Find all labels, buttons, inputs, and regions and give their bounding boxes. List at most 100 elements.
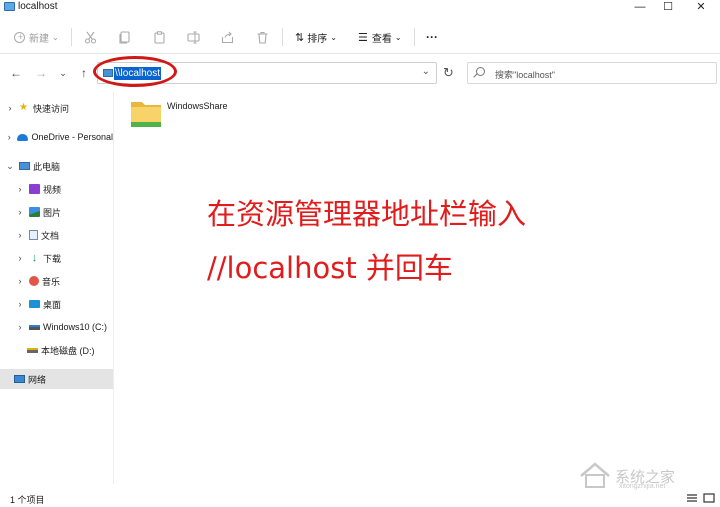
annotation-line-2: //localhost 并回车 [207,251,453,285]
forward-button[interactable]: → [34,66,48,80]
trash-icon [257,31,268,44]
chevron-right-icon: › [7,132,11,142]
shared-folder-icon [131,102,161,127]
sidebar-item-label: 此电脑 [33,161,61,172]
desktop-icon [29,300,40,308]
sort-icon: ⇅ [295,31,305,44]
sidebar-item-label: 网络 [28,374,47,385]
file-list: WindowsShare 在资源管理器地址栏输入 //localhost 并回车 [115,92,720,484]
sidebar-item-network[interactable]: 网络 [0,369,113,389]
sort-label: 排序 [307,33,328,45]
chevron-right-icon: › [18,299,22,309]
sidebar-item-label: 文档 [41,230,60,241]
chevron-right-icon: › [8,103,12,113]
chevron-right-icon: › [18,322,22,332]
sidebar-item-label: 本地磁盘 (D:) [41,345,95,356]
copy-button[interactable] [118,28,131,46]
delete-button[interactable] [256,28,269,46]
sidebar-item-downloads[interactable]: › ↓ 下载 [0,248,113,268]
chevron-down-icon: ⌄ [6,160,14,171]
sidebar-item-label: 下载 [43,253,62,264]
scissors-icon [84,31,97,44]
download-icon: ↓ [31,252,38,264]
chevron-down-icon: ⌄ [394,32,402,42]
new-button[interactable]: + 新建 ⌄ [14,28,59,46]
rename-icon [187,31,200,43]
title-bar: localhost — ☐ ✕ [0,0,720,16]
sidebar-item-documents[interactable]: › 文档 [0,225,113,245]
sort-button[interactable]: ⇅ 排序 ⌄ [295,28,337,46]
share-icon [221,31,234,43]
recent-locations-button[interactable]: ⌄ [56,66,70,80]
close-button[interactable]: ✕ [686,0,716,16]
sidebar-item-drive-c[interactable]: › Windows10 (C:) [0,317,113,337]
view-label: 查看 [371,33,392,45]
more-options-button[interactable]: ··· [426,28,438,46]
view-button[interactable]: ☰ 查看 ⌄ [358,28,402,46]
folder-name: WindowsShare [167,101,228,111]
search-box[interactable]: 搜索"localhost" [467,62,717,84]
chevron-right-icon: › [18,230,22,240]
sidebar-item-music[interactable]: › 音乐 [0,271,113,291]
rename-button[interactable] [187,28,200,46]
chevron-right-icon: › [18,184,22,194]
plus-circle-icon: + [14,31,25,43]
sidebar-item-label: 快速访问 [33,103,70,114]
highlight-ring [93,56,177,87]
sidebar-item-onedrive[interactable]: › OneDrive - Personal [0,127,113,147]
sidebar-item-pictures[interactable]: › 图片 [0,202,113,222]
separator [282,28,283,46]
separator [414,28,415,46]
sidebar-item-label: 视频 [43,184,62,195]
maximize-button[interactable]: ☐ [653,0,683,16]
cloud-icon [17,133,29,141]
details-view-icon[interactable] [686,493,698,503]
clipboard-icon [154,30,165,44]
drive-icon [29,324,40,330]
share-button[interactable] [221,28,234,46]
chevron-right-icon: › [18,276,22,286]
sidebar-item-label: 音乐 [42,276,61,287]
pc-icon [19,162,30,170]
command-bar: + 新建 ⌄ ⇅ 排序 ⌄ ☰ 查看 ⌄ ··· [0,20,720,54]
navigation-pane: › ★ 快速访问 › OneDrive - Personal ⌄ 此电脑 › 视… [0,92,114,484]
sidebar-item-drive-d[interactable]: 本地磁盘 (D:) [0,340,113,360]
network-icon [14,375,25,383]
new-label: 新建 [29,33,49,45]
copy-icon [119,30,130,44]
up-button[interactable]: ↑ [77,66,91,80]
chevron-down-icon: ⌄ [52,32,59,42]
document-icon [29,230,38,240]
address-dropdown-icon[interactable]: ⌄ [422,66,430,77]
sidebar-item-videos[interactable]: › 视频 [0,179,113,199]
computer-icon [4,2,15,11]
chevron-down-icon: ⌄ [330,32,337,42]
music-icon [29,276,39,286]
view-layout-icon: ☰ [358,31,368,44]
search-icon [476,67,485,76]
watermark: 系统之家 xitongzhijia.net [575,460,715,492]
refresh-button[interactable]: ↻ [443,65,454,81]
sidebar-item-label: OneDrive - Personal [31,132,113,142]
minimize-button[interactable]: — [625,0,655,16]
sidebar-item-label: 桌面 [43,299,62,310]
drive-icon [27,347,38,353]
pictures-icon [29,207,40,217]
large-icons-view-icon[interactable] [703,493,715,503]
chevron-right-icon: › [18,253,22,263]
house-logo-icon [580,462,610,488]
watermark-url: xitongzhijia.net [619,483,666,490]
sidebar-item-desktop[interactable]: › 桌面 [0,294,113,314]
item-count: 1 个项目 [10,495,45,505]
back-button[interactable]: ← [9,66,23,80]
separator [71,28,72,46]
sidebar-item-label: Windows10 (C:) [43,322,108,332]
chevron-right-icon: › [18,207,22,217]
sidebar-item-this-pc[interactable]: ⌄ 此电脑 [0,156,113,176]
window-title: localhost [18,1,58,12]
sidebar-item-quick-access[interactable]: › ★ 快速访问 [0,98,113,118]
video-icon [29,184,40,194]
cut-button[interactable] [84,28,97,46]
paste-button[interactable] [153,28,166,46]
annotation-line-1: 在资源管理器地址栏输入 [207,197,527,231]
